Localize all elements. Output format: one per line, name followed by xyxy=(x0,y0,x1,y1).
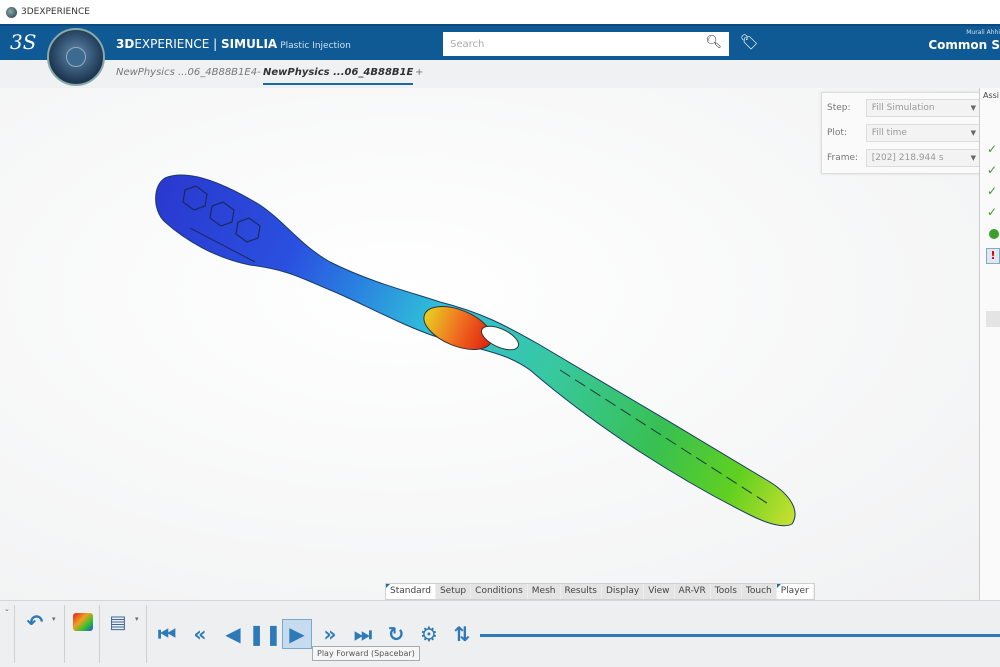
user-area[interactable]: Murali Ahhi Common S xyxy=(928,29,1000,52)
undo-icon[interactable]: ↶ xyxy=(20,607,50,637)
first-frame-icon[interactable]: ⏮ xyxy=(152,619,182,649)
check-icon[interactable]: ✓ xyxy=(987,184,997,198)
top-bar: 3S 3DEXPERIENCE | SIMULIA Plastic Injecti… xyxy=(0,24,1000,60)
plot-select[interactable]: Fill time ▼ xyxy=(865,123,980,142)
step-select[interactable]: Fill Simulation ▼ xyxy=(865,98,980,117)
fast-forward-icon[interactable]: » xyxy=(315,619,345,649)
brand-bold: 3D xyxy=(116,37,135,51)
frame-select[interactable]: [202] 218.944 s ▼ xyxy=(865,148,980,167)
app-name: SIMULIA xyxy=(221,37,278,51)
compass-widget[interactable] xyxy=(47,28,105,86)
check-icon[interactable]: ✓ xyxy=(987,163,997,177)
section-tab-touch[interactable]: Touch xyxy=(742,584,777,599)
chevron-down-icon: ▼ xyxy=(970,128,976,137)
search-input[interactable]: Search 🔍︎ xyxy=(443,32,729,56)
step-label: Step: xyxy=(827,102,851,113)
section-tab-ar-vr[interactable]: AR-VR xyxy=(675,584,711,599)
results-panel: Step: Fill Simulation ▼ Plot: Fill time ▼ Fr… xyxy=(821,92,981,174)
check-icon[interactable]: ✓ xyxy=(987,142,997,156)
chevron-down-icon: ▼ xyxy=(970,103,976,112)
loop-icon[interactable]: ↻ xyxy=(381,619,411,649)
divider xyxy=(99,605,100,663)
fast-backward-icon[interactable]: « xyxy=(185,619,215,649)
step-value: Fill Simulation xyxy=(871,102,935,113)
assistant-title: Assi xyxy=(983,91,1000,100)
last-frame-icon[interactable]: ⏭ xyxy=(348,619,378,649)
toothbrush-body xyxy=(155,174,796,527)
pause-icon[interactable]: ❚❚ xyxy=(248,619,282,649)
ds-logo-icon[interactable]: 3S xyxy=(10,30,36,54)
section-tab-tools[interactable]: Tools xyxy=(711,584,742,599)
workspace-name: Common S xyxy=(928,38,1000,52)
table-dropdown-icon[interactable]: ▾ xyxy=(135,615,139,623)
section-tab-standard[interactable]: Standard xyxy=(386,584,436,599)
section-tab-display[interactable]: Display xyxy=(602,584,645,599)
section-tab-setup[interactable]: Setup xyxy=(436,584,472,599)
undo-dropdown-icon[interactable]: ▾ xyxy=(52,615,56,623)
table-icon[interactable]: ▤ xyxy=(103,607,133,637)
app-subtitle: Plastic Injection xyxy=(280,41,351,51)
result-plot-icon[interactable] xyxy=(68,607,98,637)
frame-label: Frame: xyxy=(827,152,859,163)
divider xyxy=(146,605,147,663)
swap-icon[interactable]: ⇅ xyxy=(447,619,477,649)
frame-value: [202] 218.944 s xyxy=(871,152,944,163)
add-tab-icon[interactable]: + xyxy=(415,67,423,78)
tab-document-1[interactable]: NewPhysics ...06_4B88B1E4- xyxy=(116,67,261,78)
user-name: Murali Ahhi xyxy=(966,29,1000,36)
check-icon[interactable]: ✓ xyxy=(987,205,997,219)
tab-document-2[interactable]: NewPhysics ...06_4B88B1E xyxy=(263,67,414,85)
document-tabs: NewPhysics ...06_4B88B1E4- NewPhysics ..… xyxy=(0,60,1000,88)
app-logo-icon xyxy=(6,6,17,18)
current-step-icon[interactable] xyxy=(989,229,999,239)
gear-icon[interactable]: ⚙ xyxy=(414,619,444,649)
tag-icon[interactable]: 🏷︎ xyxy=(740,33,759,51)
section-tab-conditions[interactable]: Conditions xyxy=(471,584,528,599)
section-tab-player[interactable]: Player xyxy=(776,584,814,599)
collapse-icon[interactable]: ⌄ xyxy=(4,605,10,613)
section-tab-view[interactable]: View xyxy=(644,584,675,599)
window-title: 3DEXPERIENCE xyxy=(21,7,90,17)
section-tabs: Standard Setup Conditions Mesh Results D… xyxy=(385,583,815,600)
search-placeholder: Search xyxy=(450,38,485,50)
timeline-slider[interactable] xyxy=(480,634,1000,637)
chevron-down-icon: ▼ xyxy=(970,153,976,162)
assistant-panel: Assi ✓ ✓ ✓ ✓ ! xyxy=(979,88,1000,605)
section-tab-mesh[interactable]: Mesh xyxy=(528,584,561,599)
assistant-button[interactable] xyxy=(986,311,1000,327)
error-icon[interactable]: ! xyxy=(986,248,1000,264)
compass-center[interactable] xyxy=(66,47,86,67)
plot-value: Fill time xyxy=(871,127,907,138)
tooltip: Play Forward (Spacebar) xyxy=(312,646,420,661)
plot-label: Plot: xyxy=(827,127,847,138)
brand-rest: EXPERIENCE | xyxy=(134,37,222,51)
action-bar: ⌄ ↶ ▾ ▤ ▾ ⏮ « ◀ ❚❚ ▶ » ⏭ ↻ ⚙ ⇅ Play Forw… xyxy=(0,600,1000,667)
play-backward-icon[interactable]: ◀ xyxy=(218,619,248,649)
app-title: 3DEXPERIENCE | SIMULIA Plastic Injection xyxy=(116,37,351,51)
search-icon[interactable]: 🔍︎ xyxy=(705,35,722,50)
section-tab-results[interactable]: Results xyxy=(561,584,602,599)
divider xyxy=(14,605,15,663)
window-titlebar: 3DEXPERIENCE xyxy=(0,0,1000,24)
divider xyxy=(64,605,65,663)
play-forward-icon[interactable]: ▶ xyxy=(282,619,312,649)
